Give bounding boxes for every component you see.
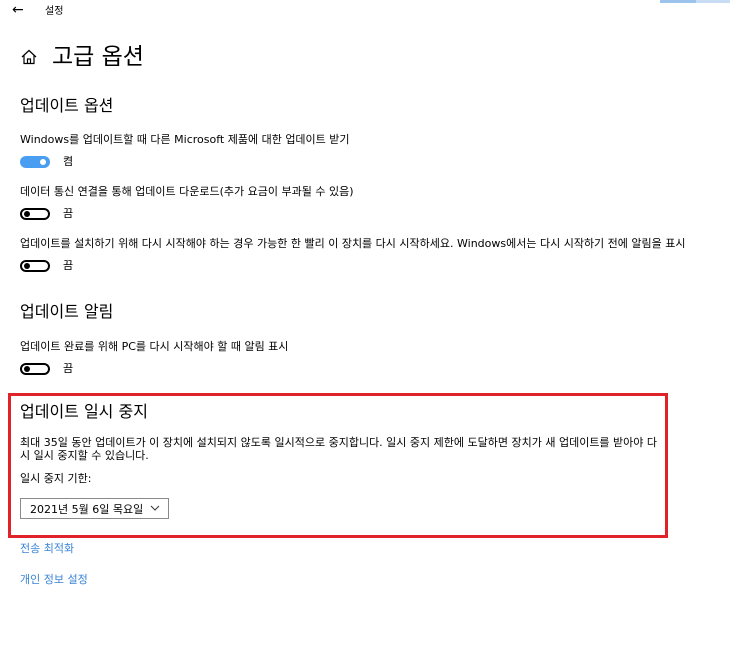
toggle-metered-connection[interactable]: 끔 — [20, 207, 73, 221]
update-options-heading: 업데이트 옵션 — [20, 96, 114, 115]
toggle-other-products[interactable]: 켬 — [20, 155, 73, 169]
toggle-state-label: 끔 — [63, 362, 74, 375]
window-accent-strip — [660, 0, 730, 3]
page-title: 고급 옵션 — [52, 44, 144, 70]
pause-until-label: 일시 중지 기한: — [20, 472, 92, 485]
pause-updates-heading: 업데이트 일시 중지 — [20, 402, 148, 421]
update-notifications-heading: 업데이트 알림 — [20, 302, 114, 321]
delivery-optimization-link[interactable]: 전송 최적화 — [20, 542, 74, 556]
option-label-restart-asap: 업데이트를 설치하기 위해 다시 시작해야 하는 경우 가능한 한 빨리 이 장… — [20, 237, 686, 250]
app-title: 설정 — [45, 6, 64, 17]
option-label-restart-notification: 업데이트 완료를 위해 PC를 다시 시작해야 할 때 알림 표시 — [20, 340, 289, 353]
pause-updates-description: 최대 35일 동안 업데이트가 이 장치에 설치되지 않도록 일시적으로 중지합… — [20, 436, 658, 462]
toggle-switch[interactable] — [20, 208, 50, 220]
privacy-settings-link[interactable]: 개인 정보 설정 — [20, 573, 88, 587]
pause-until-dropdown[interactable]: 2021년 5월 6일 목요일 — [20, 498, 169, 519]
chevron-down-icon — [150, 505, 160, 511]
toggle-switch[interactable] — [20, 156, 50, 168]
toggle-restart-asap[interactable]: 끔 — [20, 259, 73, 273]
home-icon — [21, 49, 37, 65]
toggle-switch[interactable] — [20, 260, 50, 272]
option-label-other-products: Windows를 업데이트할 때 다른 Microsoft 제품에 대한 업데이… — [20, 133, 350, 146]
toggle-state-label: 끔 — [63, 207, 74, 220]
toggle-switch[interactable] — [20, 363, 50, 375]
title-bar: ← 설정 — [0, 0, 740, 24]
toggle-state-label: 끔 — [63, 259, 74, 272]
option-label-metered-connection: 데이터 통신 연결을 통해 업데이트 다운로드(추가 요금이 부과될 수 있음) — [20, 185, 354, 198]
toggle-state-label: 켬 — [63, 155, 74, 168]
pause-until-value: 2021년 5월 6일 목요일 — [30, 502, 144, 516]
back-arrow-icon[interactable]: ← — [12, 2, 24, 18]
toggle-restart-notification[interactable]: 끔 — [20, 362, 73, 376]
page-header: 고급 옵션 — [20, 42, 144, 72]
